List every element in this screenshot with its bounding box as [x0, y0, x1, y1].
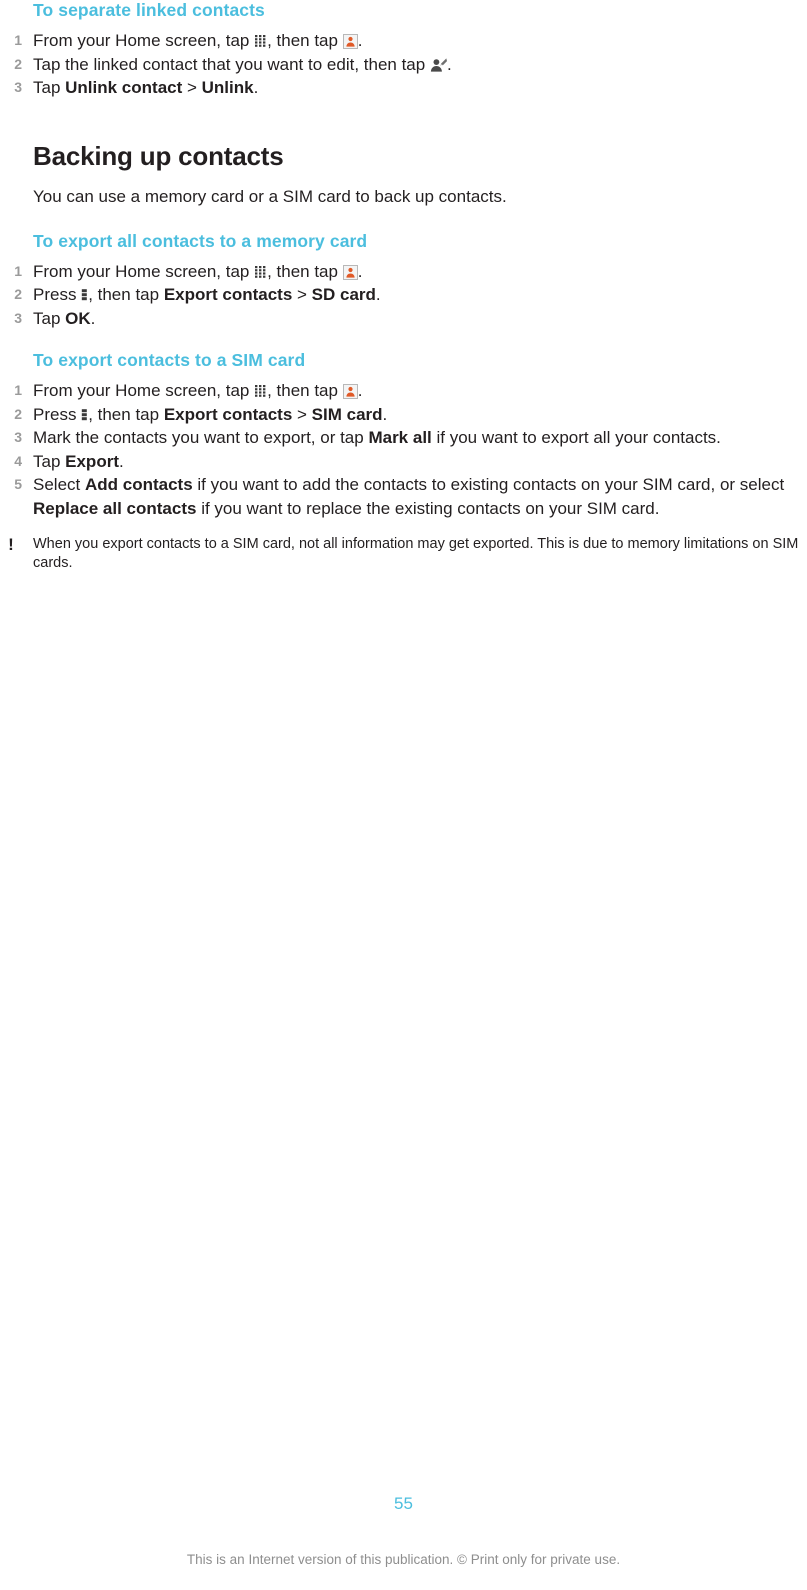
step-number: 1 — [14, 382, 22, 398]
step-item: 2 Tap the linked contact that you want to… — [0, 53, 807, 77]
app-grid-icon — [254, 265, 267, 279]
step-number: 2 — [14, 286, 22, 302]
ui-label: Add contacts — [84, 475, 193, 494]
page-number: 55 — [394, 1494, 413, 1513]
menu-key-icon — [81, 288, 88, 302]
steps-export-memory-card: 1 From your Home screen, tap , then tap .… — [0, 260, 807, 331]
ui-label: Mark all — [368, 428, 432, 447]
step-item: 3 Tap OK. — [0, 307, 807, 331]
step-number: 3 — [14, 309, 22, 326]
step-text: Tap the linked contact that you want to … — [33, 54, 452, 74]
ui-label: Unlink — [201, 78, 254, 97]
step-item: 2 Press , then tap Export contacts > SD c… — [0, 283, 807, 307]
app-grid-icon — [254, 384, 267, 398]
step-item: 1 From your Home screen, tap , then tap . — [0, 260, 807, 284]
step-item: 1 From your Home screen, tap , then tap . — [0, 379, 807, 403]
step-text: Tap Unlink contact > Unlink. — [33, 78, 259, 97]
step-number: 1 — [14, 32, 22, 48]
step-number: 2 — [14, 55, 22, 72]
ui-label: OK — [65, 308, 91, 328]
heading-export-contacts-sim-card: To export contacts to a SIM card — [33, 350, 306, 370]
ui-label: SIM card — [311, 404, 383, 424]
edit-contact-icon — [430, 57, 447, 72]
step-item: 2 Press , then tap Export contacts > SIM … — [0, 403, 807, 427]
step-text: Press , then tap Export contacts > SD ca… — [33, 285, 381, 304]
steps-export-sim-card: 1 From your Home screen, tap , then tap .… — [0, 379, 807, 520]
step-item: 4 Tap Export. — [0, 450, 807, 474]
step-item: 3 Mark the contacts you want to export, o… — [0, 426, 807, 450]
step-number: 5 — [14, 476, 22, 492]
note-sim-card-limitations: ! When you export contacts to a SIM card… — [0, 535, 807, 573]
heading-separate-linked-contacts: To separate linked contacts — [33, 0, 265, 20]
step-text: Select Add contacts if you want to add t… — [33, 475, 785, 518]
step-text: From your Home screen, tap , then tap . — [33, 261, 363, 281]
note-text: When you export contacts to a SIM card, … — [33, 536, 799, 571]
step-item: 5 Select Add contacts if you want to add … — [0, 473, 807, 520]
step-text: Press , then tap Export contacts > SIM c… — [33, 404, 388, 424]
step-text: From your Home screen, tap , then tap . — [33, 381, 363, 400]
step-text: From your Home screen, tap , then tap . — [33, 31, 363, 50]
contacts-icon — [342, 34, 358, 49]
app-grid-icon — [254, 34, 267, 48]
steps-separate-linked-contacts: 1 From your Home screen, tap , then tap .… — [0, 29, 807, 100]
ui-label: SD card — [311, 285, 376, 304]
step-item: 1 From your Home screen, tap , then tap . — [0, 29, 807, 53]
page-content: To separate linked contacts 1 From your H… — [0, 0, 807, 573]
document-page: To separate linked contacts 1 From your H… — [0, 0, 807, 1590]
step-number: 3 — [14, 79, 22, 95]
step-item: 3 Tap Unlink contact > Unlink. — [0, 76, 807, 100]
contacts-icon — [342, 264, 358, 280]
ui-label: Replace all contacts — [33, 498, 197, 518]
step-number: 1 — [14, 262, 22, 279]
ui-label: Export — [65, 451, 119, 471]
ui-label: Unlink contact — [65, 78, 183, 97]
step-number: 2 — [14, 405, 22, 422]
exclamation-icon: ! — [8, 535, 14, 554]
heading-backing-up-contacts: Backing up contacts — [33, 140, 284, 171]
step-text: Tap OK. — [33, 308, 96, 328]
heading-export-all-contacts-memory-card: To export all contacts to a memory card — [33, 230, 368, 251]
step-text: Mark the contacts you want to export, or… — [33, 428, 721, 447]
step-text: Tap Export. — [33, 451, 124, 471]
menu-key-icon — [81, 408, 88, 422]
step-number: 4 — [14, 452, 22, 469]
step-number: 3 — [14, 429, 22, 445]
contacts-icon — [342, 384, 358, 399]
intro-backing-up-contacts: You can use a memory card or a SIM card … — [33, 186, 507, 206]
ui-label: Export contacts — [163, 404, 293, 424]
ui-label: Export contacts — [163, 285, 293, 304]
footer-copyright-note: This is an Internet version of this publ… — [186, 1552, 621, 1567]
